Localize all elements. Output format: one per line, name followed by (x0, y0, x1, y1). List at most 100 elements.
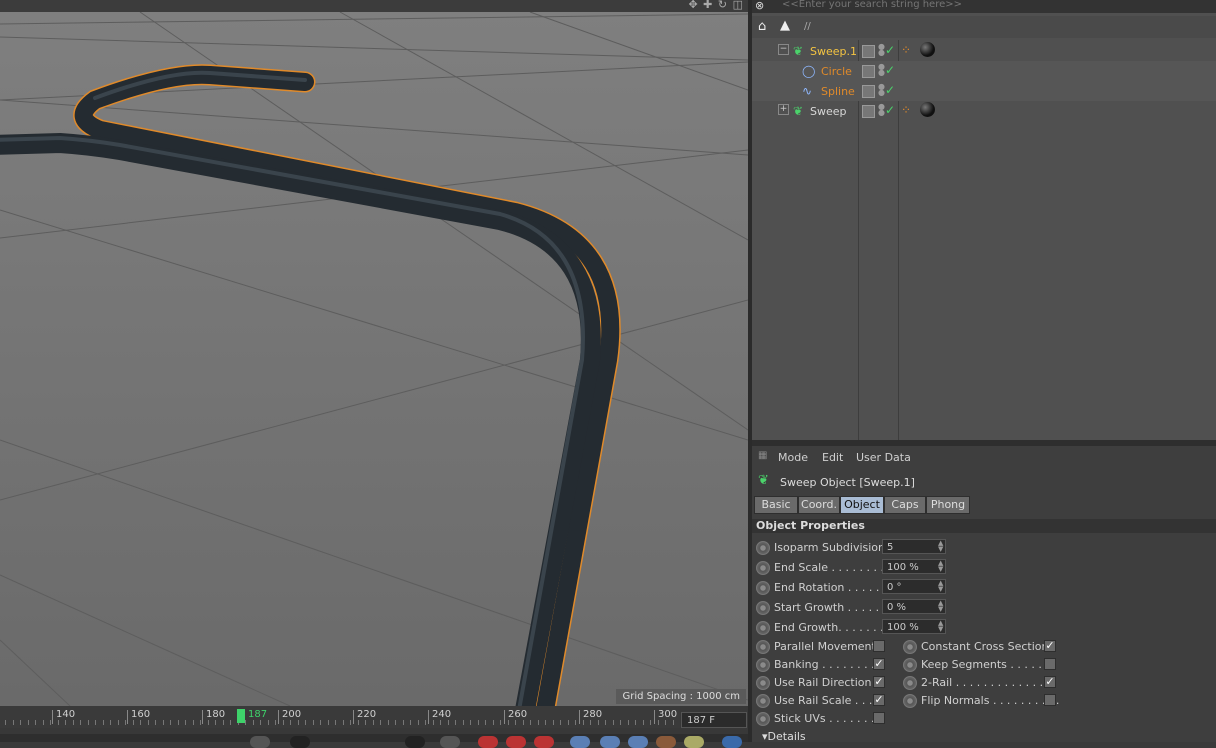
start-growth-input[interactable]: 0 % (882, 599, 946, 614)
spinner-icon[interactable]: ▲ ▼ (938, 580, 943, 593)
object-name[interactable]: Spline (821, 85, 855, 98)
layer-icon[interactable] (862, 45, 875, 58)
parallel-movement-checkbox[interactable] (873, 640, 885, 652)
tab-object[interactable]: Object (840, 496, 884, 514)
banking-checkbox[interactable]: ✓ (873, 658, 885, 670)
spinner-icon[interactable]: ▲ ▼ (938, 540, 943, 553)
visibility-dots-icon[interactable]: ● ● (878, 83, 885, 97)
object-row-spline[interactable]: ∿ Spline ● ● ✓ (752, 81, 1216, 101)
menu-user-data[interactable]: User Data (856, 451, 911, 464)
tick-mark (132, 720, 134, 725)
record-button[interactable] (290, 736, 310, 748)
phong-tag-icon[interactable]: ⁘ (901, 103, 911, 117)
transport-button[interactable] (250, 736, 270, 748)
enabled-check-icon[interactable]: ✓ (885, 103, 895, 117)
animate-radio[interactable] (903, 658, 917, 672)
tick-mark (95, 720, 96, 725)
collapse-icon[interactable]: − (778, 44, 789, 55)
animate-radio[interactable] (756, 561, 770, 575)
tab-phong[interactable]: Phong (926, 496, 970, 514)
layer-icon[interactable] (862, 65, 875, 78)
isoparm-input[interactable]: 5 (882, 539, 946, 554)
tab-caps[interactable]: Caps (884, 496, 926, 514)
spinner-icon[interactable]: ▲ ▼ (938, 620, 943, 633)
tab-coord[interactable]: Coord. (798, 496, 840, 514)
end-scale-input[interactable]: 100 % (882, 559, 946, 574)
animate-radio[interactable] (756, 581, 770, 595)
enabled-check-icon[interactable]: ✓ (885, 83, 895, 97)
record-button[interactable] (405, 736, 425, 748)
key-mode-button[interactable] (600, 736, 620, 748)
keyframe-button[interactable] (478, 736, 498, 748)
animate-radio[interactable] (756, 676, 770, 690)
animate-radio[interactable] (756, 601, 770, 615)
object-row-sweep1[interactable]: − ❦ Sweep.1 ● ● ✓ ⁘ (752, 41, 1216, 61)
animate-radio[interactable] (903, 676, 917, 690)
two-rail-checkbox[interactable]: ✓ (1044, 676, 1056, 688)
visibility-dots-icon[interactable]: ● ● (878, 63, 885, 77)
object-name[interactable]: Sweep.1 (810, 45, 857, 58)
spinner-icon[interactable]: ▲ ▼ (938, 600, 943, 613)
keyframe-button[interactable] (506, 736, 526, 748)
tick-mark (590, 720, 591, 725)
constant-cross-section-checkbox[interactable]: ✓ (1044, 640, 1056, 652)
animate-radio[interactable] (756, 621, 770, 635)
tick-mark (125, 720, 126, 725)
expand-icon[interactable]: + (778, 104, 789, 115)
animate-radio[interactable] (903, 694, 917, 708)
tick-mark (185, 720, 186, 725)
playhead[interactable] (237, 709, 245, 723)
visibility-dots-icon[interactable]: ● ● (878, 43, 885, 57)
tick-mark (297, 720, 299, 725)
animate-radio[interactable] (756, 541, 770, 555)
object-row-circle[interactable]: ◯ Circle ● ● ✓ (752, 61, 1216, 81)
tick-mark (162, 720, 164, 725)
phong-tag-icon[interactable]: ⁘ (901, 43, 911, 57)
search-input[interactable] (782, 0, 1182, 10)
key-mode-button[interactable] (656, 736, 676, 748)
animate-radio[interactable] (903, 640, 917, 654)
tick-mark (290, 720, 291, 725)
close-icon[interactable]: ⊗ (755, 0, 764, 12)
animate-radio[interactable] (756, 694, 770, 708)
material-tag-icon[interactable] (920, 102, 935, 117)
animate-radio[interactable] (756, 658, 770, 672)
details-section-toggle[interactable]: ▾Details (762, 730, 806, 743)
key-mode-button[interactable] (570, 736, 590, 748)
use-rail-direction-checkbox[interactable]: ✓ (873, 676, 885, 688)
home-icon[interactable]: ⌂ (758, 19, 766, 34)
animate-radio[interactable] (756, 712, 770, 726)
end-growth-input[interactable]: 100 % (882, 619, 946, 634)
keep-segments-checkbox[interactable] (1044, 658, 1056, 670)
enabled-check-icon[interactable]: ✓ (885, 43, 895, 57)
arrow-up-icon[interactable]: ▲ (780, 18, 790, 33)
spinner-icon[interactable]: ▲ ▼ (938, 560, 943, 573)
grip-icon[interactable]: ▦ (758, 450, 767, 461)
3d-viewport[interactable]: ✥ ✚ ↻ ◫ Grid Spacing : 1000 cm (0, 0, 748, 706)
flip-normals-checkbox[interactable] (1044, 694, 1056, 706)
menu-edit[interactable]: Edit (822, 451, 843, 464)
object-row-sweep[interactable]: + ❦ Sweep ● ● ✓ ⁘ (752, 101, 1216, 121)
end-rotation-input[interactable]: 0 ° (882, 579, 946, 594)
viewport-nav-icons[interactable]: ✥ ✚ ↻ ◫ (688, 0, 744, 11)
tab-basic[interactable]: Basic (754, 496, 798, 514)
stick-uvs-checkbox[interactable] (873, 712, 885, 724)
menu-mode[interactable]: Mode (778, 451, 808, 464)
key-mode-button[interactable] (684, 736, 704, 748)
scheme-button[interactable] (722, 736, 742, 748)
layer-icon[interactable] (862, 105, 875, 118)
object-name[interactable]: Sweep (810, 105, 847, 118)
key-mode-button[interactable] (628, 736, 648, 748)
timeline-ruler[interactable]: 140 160 180 200 220 240 260 280 300 187 (0, 706, 680, 728)
frame-input[interactable]: 187 F (681, 712, 747, 728)
transport-button[interactable] (440, 736, 460, 748)
object-list: − ❦ Sweep.1 ● ● ✓ ⁘ ◯ Circle ● ● ✓ ∿ Splin… (752, 40, 1216, 440)
keyframe-button[interactable] (534, 736, 554, 748)
layer-icon[interactable] (862, 85, 875, 98)
use-rail-scale-checkbox[interactable]: ✓ (873, 694, 885, 706)
object-name[interactable]: Circle (821, 65, 852, 78)
visibility-dots-icon[interactable]: ● ● (878, 103, 885, 117)
enabled-check-icon[interactable]: ✓ (885, 63, 895, 77)
material-tag-icon[interactable] (920, 42, 935, 57)
animate-radio[interactable] (756, 640, 770, 654)
